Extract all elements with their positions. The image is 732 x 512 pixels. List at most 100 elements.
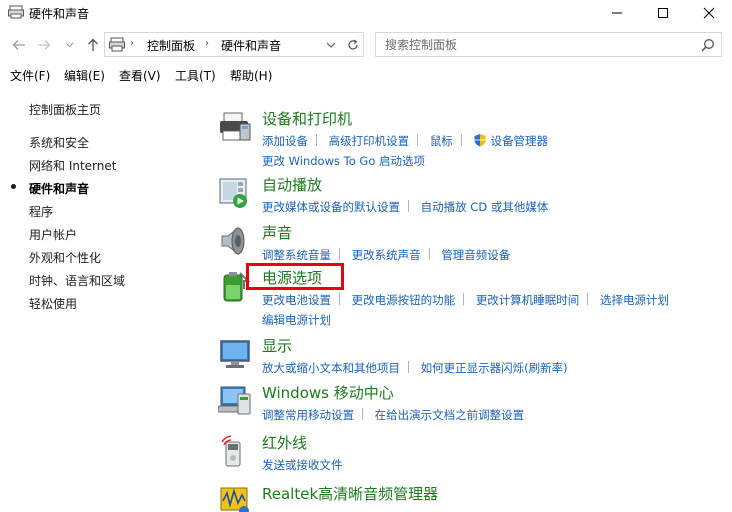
nav-network-and-internet[interactable]: 网络和 Internet bbox=[29, 157, 116, 174]
refresh-icon bbox=[347, 39, 358, 49]
title-bar: 硬件和声音 bbox=[0, 0, 732, 25]
category-title[interactable]: 显示 bbox=[262, 335, 292, 356]
link-adjust-volume[interactable]: 调整系统音量 bbox=[262, 248, 331, 262]
category-links: 添加设备 高级打印机设置 鼠标 设备管理器 更改 Windows To Go 启… bbox=[262, 131, 732, 171]
search-box[interactable] bbox=[375, 32, 722, 57]
nav-appearance-and-personalization[interactable]: 外观和个性化 bbox=[29, 249, 101, 266]
category-title[interactable]: 自动播放 bbox=[262, 174, 322, 195]
link-separator bbox=[460, 134, 462, 146]
arrow-up-icon bbox=[88, 38, 98, 51]
category-title[interactable]: Windows 移动中心 bbox=[262, 382, 394, 403]
link-change-media-defaults[interactable]: 更改媒体或设备的默认设置 bbox=[262, 200, 400, 214]
search-icon bbox=[701, 39, 714, 52]
autoplay-icon bbox=[219, 178, 247, 208]
category-title[interactable]: 设备和打印机 bbox=[262, 108, 352, 129]
breadcrumb-separator-icon: › bbox=[130, 38, 134, 49]
nav-ease-of-access[interactable]: 轻松使用 bbox=[29, 295, 77, 312]
chevron-down-icon bbox=[65, 42, 73, 48]
infrared-icon bbox=[221, 435, 241, 467]
breadcrumb-hardware-and-sound[interactable]: 硬件和声音 bbox=[221, 37, 281, 54]
link-separator bbox=[463, 293, 465, 305]
nav-user-accounts[interactable]: 用户帐户 bbox=[29, 226, 77, 243]
arrow-right-icon bbox=[38, 40, 51, 50]
category-links: 调整系统音量 更改系统声音 管理音频设备 bbox=[262, 245, 732, 265]
link-change-power-button[interactable]: 更改电源按钮的功能 bbox=[352, 293, 456, 307]
nav-clock-language-region[interactable]: 时钟、语言和区域 bbox=[29, 272, 125, 289]
link-separator bbox=[587, 293, 589, 305]
nav-hardware-and-sound: 硬件和声音 bbox=[29, 182, 90, 196]
link-separator bbox=[408, 200, 409, 212]
link-separator bbox=[316, 134, 317, 146]
link-fix-flicker[interactable]: 如何更正显示器闪烁(刷新率) bbox=[421, 361, 568, 375]
recent-locations-button[interactable] bbox=[62, 34, 76, 56]
display-icon bbox=[220, 340, 250, 368]
close-button[interactable] bbox=[686, 0, 732, 25]
link-advanced-printer-setup[interactable]: 高级打印机设置 bbox=[329, 134, 410, 148]
link-separator bbox=[428, 248, 430, 260]
control-panel-icon bbox=[8, 5, 24, 19]
menu-edit[interactable]: 编辑(E) bbox=[64, 67, 105, 84]
link-edit-power-plan[interactable]: 编辑电源计划 bbox=[262, 313, 331, 327]
current-item-bullet-icon bbox=[11, 184, 16, 189]
link-separator bbox=[339, 293, 340, 305]
navigation-row: › 控制面板 › 硬件和声音 bbox=[0, 29, 732, 61]
category-links: 调整常用移动设置 在给出演示文档之前调整设置 bbox=[262, 405, 732, 425]
link-separator bbox=[339, 248, 340, 260]
menu-help[interactable]: 帮助(H) bbox=[230, 67, 272, 84]
menu-bar: 文件(F) 编辑(E) 查看(V) 工具(T) 帮助(H) bbox=[0, 65, 732, 85]
nav-programs[interactable]: 程序 bbox=[29, 203, 53, 220]
link-change-battery-settings[interactable]: 更改电池设置 bbox=[262, 293, 331, 307]
shield-icon bbox=[474, 134, 486, 147]
address-dropdown-button[interactable] bbox=[321, 33, 341, 56]
category-title[interactable]: 红外线 bbox=[262, 432, 307, 453]
chevron-down-icon bbox=[326, 42, 336, 48]
refresh-button[interactable] bbox=[342, 32, 364, 57]
maximize-button[interactable] bbox=[640, 0, 686, 25]
link-resize-text[interactable]: 放大或缩小文本和其他项目 bbox=[262, 361, 400, 375]
arrow-left-icon bbox=[12, 40, 25, 50]
link-separator bbox=[362, 408, 363, 420]
category-title[interactable]: Realtek高清晰音频管理器 bbox=[262, 483, 438, 504]
link-choose-power-plan[interactable]: 选择电源计划 bbox=[600, 293, 669, 307]
breadcrumb-control-panel[interactable]: 控制面板 bbox=[147, 37, 195, 54]
close-icon bbox=[703, 7, 715, 18]
speaker-icon bbox=[221, 226, 245, 256]
realtek-audio-icon bbox=[220, 487, 249, 512]
link-windows-to-go-startup[interactable]: 更改 Windows To Go 启动选项 bbox=[262, 154, 425, 168]
link-autoplay-cd[interactable]: 自动播放 CD 或其他媒体 bbox=[421, 200, 549, 214]
printer-icon bbox=[220, 112, 251, 141]
control-panel-icon bbox=[109, 37, 125, 52]
forward-button[interactable] bbox=[34, 34, 54, 56]
link-add-device[interactable]: 添加设备 bbox=[262, 134, 308, 148]
minimize-icon bbox=[612, 12, 622, 13]
link-change-sleep-time[interactable]: 更改计算机睡眠时间 bbox=[476, 293, 580, 307]
link-separator bbox=[408, 361, 409, 373]
up-button[interactable] bbox=[83, 34, 103, 56]
window-title: 硬件和声音 bbox=[29, 7, 90, 21]
minimize-button[interactable] bbox=[594, 0, 640, 25]
menu-tools[interactable]: 工具(T) bbox=[175, 67, 216, 84]
link-presentation-settings[interactable]: 在给出演示文档之前调整设置 bbox=[375, 408, 525, 422]
link-send-receive-files[interactable]: 发送或接收文件 bbox=[262, 458, 343, 472]
maximize-icon bbox=[658, 7, 668, 18]
link-separator bbox=[417, 134, 419, 146]
address-bar[interactable]: › 控制面板 › 硬件和声音 bbox=[104, 32, 364, 57]
category-links: 更改电池设置 更改电源按钮的功能 更改计算机睡眠时间 选择电源计划 编辑电源计划 bbox=[262, 290, 732, 330]
search-input[interactable] bbox=[376, 33, 696, 56]
link-manage-audio-devices[interactable]: 管理音频设备 bbox=[441, 248, 510, 262]
category-links: 发送或接收文件 bbox=[262, 455, 732, 475]
menu-file[interactable]: 文件(F) bbox=[10, 67, 50, 84]
category-links: 更改媒体或设备的默认设置 自动播放 CD 或其他媒体 bbox=[262, 197, 732, 217]
category-title[interactable]: 声音 bbox=[262, 222, 292, 243]
back-button[interactable] bbox=[9, 34, 29, 56]
breadcrumb-separator-icon: › bbox=[205, 38, 209, 49]
link-device-manager[interactable]: 设备管理器 bbox=[490, 134, 548, 148]
link-mobility-settings[interactable]: 调整常用移动设置 bbox=[262, 408, 354, 422]
category-links: 放大或缩小文本和其他项目 如何更正显示器闪烁(刷新率) bbox=[262, 358, 732, 378]
highlight-box bbox=[246, 263, 344, 290]
link-change-system-sounds[interactable]: 更改系统声音 bbox=[352, 248, 421, 262]
link-mouse[interactable]: 鼠标 bbox=[430, 134, 453, 148]
menu-view[interactable]: 查看(V) bbox=[119, 67, 161, 84]
nav-system-and-security[interactable]: 系统和安全 bbox=[29, 134, 89, 151]
nav-control-panel-home[interactable]: 控制面板主页 bbox=[29, 101, 101, 118]
